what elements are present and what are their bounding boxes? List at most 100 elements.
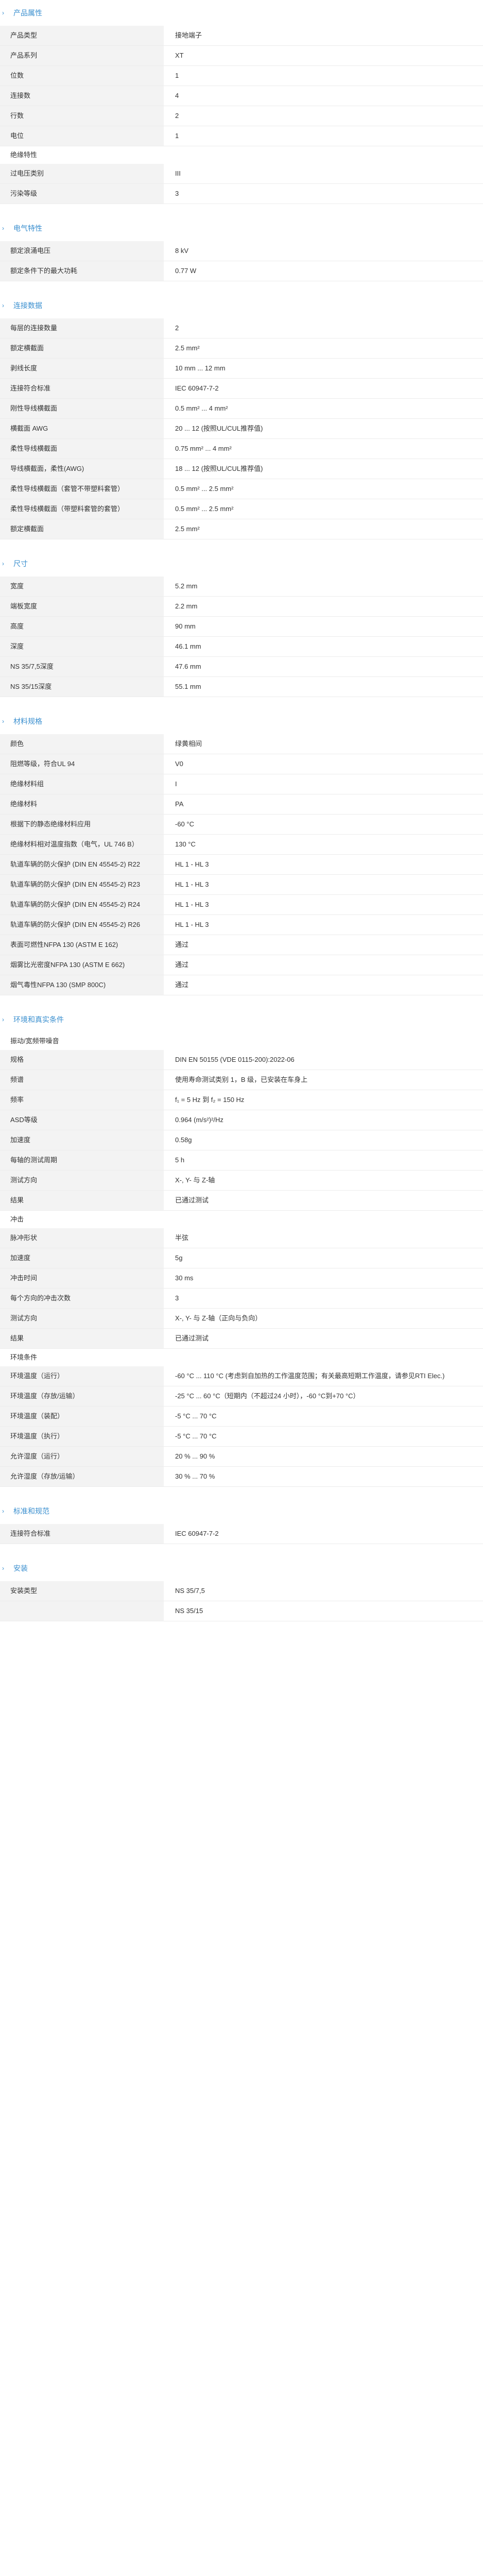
spec-row: 加速度 5g bbox=[0, 1248, 483, 1268]
spec-value: 8 kV bbox=[164, 241, 483, 261]
section-title: 连接数据 bbox=[13, 301, 42, 310]
spec-row: 柔性导线横截面（带塑料套管的套管） 0.5 mm² ... 2.5 mm² bbox=[0, 499, 483, 519]
spec-value: 5 h bbox=[164, 1150, 483, 1171]
group-heading: 绝缘特性 bbox=[10, 151, 38, 159]
spec-row: 剥线长度 10 mm ... 12 mm bbox=[0, 358, 483, 379]
spec-row: NS 35/15深度 55.1 mm bbox=[0, 676, 483, 697]
spec-table: 规格 DIN EN 50155 (VDE 0115-200):2022-06 频谱使… bbox=[0, 1050, 483, 1211]
section-title: 安装 bbox=[13, 1564, 28, 1572]
spec-row: 环境温度（执行） -5 °C ... 70 °C bbox=[0, 1426, 483, 1447]
spec-row: 每轴的测试周期 5 h bbox=[0, 1150, 483, 1171]
spec-row: 横截面 AWG 20 ... 12 (按照UL/CUL推荐值) bbox=[0, 418, 483, 439]
group-heading: 冲击 bbox=[10, 1215, 24, 1223]
section-header[interactable]: › 连接数据 bbox=[0, 298, 483, 313]
spec-label: 位数 bbox=[0, 65, 164, 86]
spec-value: 通过 bbox=[164, 975, 483, 995]
section-header[interactable]: › 尺寸 bbox=[0, 556, 483, 571]
spec-label: NS 35/15深度 bbox=[0, 676, 164, 697]
spec-row: 阻燃等级，符合UL 94 V0 bbox=[0, 754, 483, 774]
section-header[interactable]: › 安装 bbox=[0, 1561, 483, 1576]
spec-row: 产品类型 接地端子 bbox=[0, 26, 483, 46]
spec-value: NS 35/15 bbox=[164, 1601, 483, 1621]
spec-value: HL 1 - HL 3 bbox=[164, 914, 483, 935]
spec-row: 根据下的静态绝缘材料应用 -60 °C bbox=[0, 814, 483, 835]
spec-value: IEC 60947-7-2 bbox=[164, 1524, 483, 1544]
chevron-right-icon: › bbox=[2, 718, 4, 725]
spec-row: 脉冲形状 半弦 bbox=[0, 1228, 483, 1248]
spec-row: 每个方向的冲击次数 3 bbox=[0, 1288, 483, 1309]
spec-value: 90 mm bbox=[164, 616, 483, 637]
spec-row: NS 35/7,5深度 47.6 mm bbox=[0, 656, 483, 677]
spec-value: 20 % ... 90 % bbox=[164, 1446, 483, 1467]
spec-label: 阻燃等级，符合UL 94 bbox=[0, 754, 164, 774]
spec-label: 允许湿度（存放/运输） bbox=[0, 1466, 164, 1487]
spec-row: 额定条件下的最大功耗 0.77 W bbox=[0, 261, 483, 281]
section-title: 尺寸 bbox=[13, 560, 28, 568]
group-heading: 环境条件 bbox=[10, 1353, 38, 1361]
spec-value: 0.75 mm² ... 4 mm² bbox=[164, 438, 483, 459]
spec-row: 每层的连接数量 2 bbox=[0, 318, 483, 338]
spec-label: 环境温度（存放/运输） bbox=[0, 1386, 164, 1406]
chevron-right-icon: › bbox=[2, 225, 4, 232]
spec-row: 连接数 4 bbox=[0, 86, 483, 106]
spec-value: -5 °C ... 70 °C bbox=[164, 1426, 483, 1447]
section-header[interactable]: › 材料规格 bbox=[0, 714, 483, 729]
spec-label: 高度 bbox=[0, 616, 164, 637]
spec-row: 环境温度（运行） -60 °C ... 110 °C (考虑到自加热的工作温度范围… bbox=[0, 1366, 483, 1386]
spec-label: 测试方向 bbox=[0, 1308, 164, 1329]
spec-label: 加速度 bbox=[0, 1130, 164, 1150]
spec-value: 10 mm ... 12 mm bbox=[164, 358, 483, 379]
spec-value: 2 bbox=[164, 318, 483, 338]
spec-row: 测试方向 X-, Y- 与 Z-轴（正向与负向） bbox=[0, 1308, 483, 1329]
spec-row: 加速度 0.58g bbox=[0, 1130, 483, 1150]
spec-row: 颜色 绿黄相间 bbox=[0, 734, 483, 754]
spec-row: 表面可燃性NFPA 130 (ASTM E 162) 通过 bbox=[0, 935, 483, 955]
spec-row: 深度 46.1 mm bbox=[0, 636, 483, 657]
spec-value: HL 1 - HL 3 bbox=[164, 854, 483, 875]
spec-section: › 安装 安装类型 NS 35/7,5 NS 35/15 bbox=[0, 1561, 483, 1636]
spec-label: 绝缘材料组 bbox=[0, 774, 164, 794]
spec-value: 4 bbox=[164, 86, 483, 106]
spec-label: 结果 bbox=[0, 1190, 164, 1211]
spec-row: 产品系列 XT bbox=[0, 45, 483, 66]
spec-value: 130 °C bbox=[164, 834, 483, 855]
spec-row: 结果 已通过测试 bbox=[0, 1328, 483, 1349]
spec-row: 宽度 5.2 mm bbox=[0, 577, 483, 597]
spec-row: 轨道车辆的防火保护 (DIN EN 45545-2) R24 HL 1 - HL … bbox=[0, 894, 483, 915]
spec-label: 轨道车辆的防火保护 (DIN EN 45545-2) R22 bbox=[0, 854, 164, 875]
section-header[interactable]: › 产品属性 bbox=[0, 5, 483, 21]
spec-row: 频谱 使用寿命测试类别 1，B 级，已安装在车身上 bbox=[0, 1070, 483, 1090]
spec-value: 使用寿命测试类别 1，B 级，已安装在车身上 bbox=[164, 1070, 483, 1090]
spec-value: HL 1 - HL 3 bbox=[164, 894, 483, 915]
spec-value: 46.1 mm bbox=[164, 636, 483, 657]
spec-row: 过电压类别 III bbox=[0, 164, 483, 184]
section-header[interactable]: › 电气特性 bbox=[0, 221, 483, 236]
spec-row: 连接符合标准 IEC 60947-7-2 bbox=[0, 378, 483, 399]
chevron-right-icon: › bbox=[2, 1507, 4, 1515]
spec-value: 30 ms bbox=[164, 1268, 483, 1289]
spec-label: 频谱 bbox=[0, 1070, 164, 1090]
chevron-right-icon: › bbox=[2, 1565, 4, 1572]
spec-label: 绝缘材料 bbox=[0, 794, 164, 815]
spec-section: › 产品属性 产品类型 接地端子 产品系列 XT 位数 1 连接数 4 行数 2 电位 1 绝缘特性 过电压类… bbox=[0, 5, 483, 218]
spec-label: 表面可燃性NFPA 130 (ASTM E 162) bbox=[0, 935, 164, 955]
spec-label: 绝缘材料相对温度指数（电气，UL 746 B） bbox=[0, 834, 164, 855]
section-title: 电气特性 bbox=[13, 224, 42, 232]
spec-value: 已通过测试 bbox=[164, 1190, 483, 1211]
spec-value: 2 bbox=[164, 106, 483, 126]
spec-label: 脉冲形状 bbox=[0, 1228, 164, 1248]
spec-row: 规格 DIN EN 50155 (VDE 0115-200):2022-06 bbox=[0, 1050, 483, 1070]
spec-label: 轨道车辆的防火保护 (DIN EN 45545-2) R23 bbox=[0, 874, 164, 895]
spec-row: 导线横截面，柔性(AWG) 18 ... 12 (按照UL/CUL推荐值) bbox=[0, 459, 483, 479]
section-header[interactable]: › 标准和规范 bbox=[0, 1503, 483, 1519]
spec-value: 绿黄相间 bbox=[164, 734, 483, 754]
spec-row: 位数 1 bbox=[0, 65, 483, 86]
spec-label: 烟气毒性NFPA 130 (SMP 800C) bbox=[0, 975, 164, 995]
spec-section: › 材料规格 颜色 绿黄相间 阻燃等级，符合UL 94 V0 绝缘材料组 I 绝缘材料 PA 根据下… bbox=[0, 714, 483, 1010]
spec-value: 5g bbox=[164, 1248, 483, 1268]
section-header[interactable]: › 环境和真实条件 bbox=[0, 1012, 483, 1027]
